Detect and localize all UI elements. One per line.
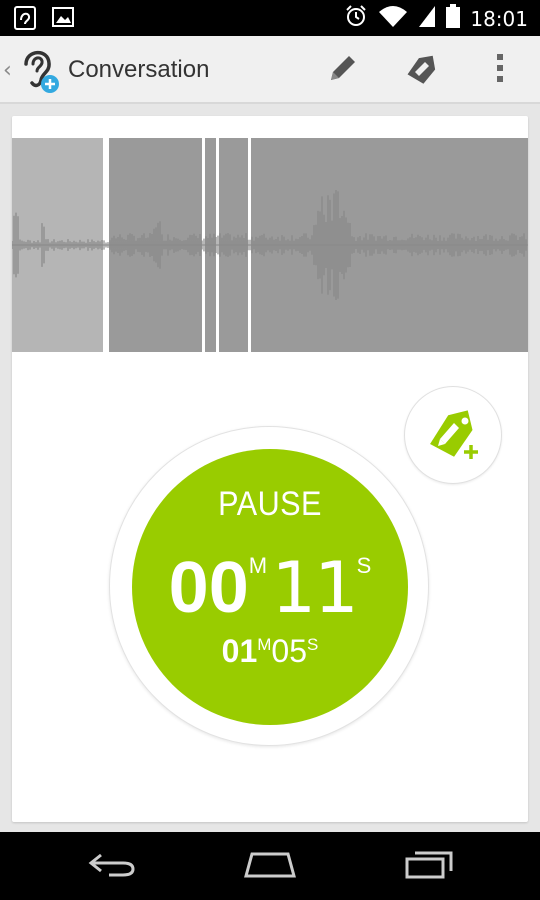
add-tag-icon — [421, 401, 485, 470]
recording-card: PAUSE 00M 11S 01M05S — [11, 116, 528, 822]
home-button[interactable] — [240, 846, 300, 886]
recent-apps-icon — [405, 849, 455, 884]
elapsed-seconds: 11 — [271, 547, 359, 629]
navigation-bar — [0, 832, 540, 900]
wifi-icon — [378, 4, 408, 33]
pencil-icon — [325, 50, 361, 91]
image-notification-icon — [52, 6, 74, 35]
edit-tag-icon — [403, 50, 439, 91]
action-bar: ‹ Conversation — [0, 36, 540, 104]
cell-signal-icon — [418, 4, 436, 33]
page-title: Conversation — [68, 56, 210, 83]
battery-icon — [446, 4, 461, 33]
back-icon — [87, 849, 137, 884]
tag-button[interactable] — [401, 50, 441, 90]
app-notification-icon — [14, 6, 36, 35]
recent-apps-button[interactable] — [400, 846, 460, 886]
pause-button[interactable]: PAUSE 00M 11S 01M05S — [132, 449, 408, 725]
total-minutes-unit: M — [257, 635, 272, 654]
add-tag-button[interactable] — [404, 386, 502, 484]
edit-button[interactable] — [323, 50, 363, 90]
back-button[interactable] — [82, 846, 142, 886]
alarm-icon — [344, 4, 368, 33]
record-control-ring: PAUSE 00M 11S 01M05S — [109, 426, 429, 746]
overflow-menu-icon — [496, 53, 504, 88]
total-minutes: 01 — [221, 633, 258, 669]
elapsed-seconds-unit: S — [356, 553, 372, 578]
waveform-timeline[interactable] — [11, 138, 528, 352]
recorder-state-label: PAUSE — [218, 485, 322, 523]
elapsed-minutes-unit: M — [248, 553, 268, 578]
elapsed-time: 00M 11S — [132, 547, 408, 629]
status-time: 18:01 — [470, 6, 528, 31]
total-seconds: 05 — [271, 633, 307, 669]
status-bar: 18:01 — [0, 0, 540, 36]
app-logo-icon[interactable] — [18, 46, 62, 94]
total-time: 01M05S — [132, 633, 408, 670]
content-area: PAUSE 00M 11S 01M05S — [0, 104, 540, 832]
up-navigation-icon[interactable]: ‹ — [3, 58, 12, 83]
home-icon — [242, 850, 298, 883]
overflow-menu-button[interactable] — [480, 50, 520, 90]
total-seconds-unit: S — [307, 635, 319, 654]
elapsed-minutes: 00 — [168, 548, 249, 628]
